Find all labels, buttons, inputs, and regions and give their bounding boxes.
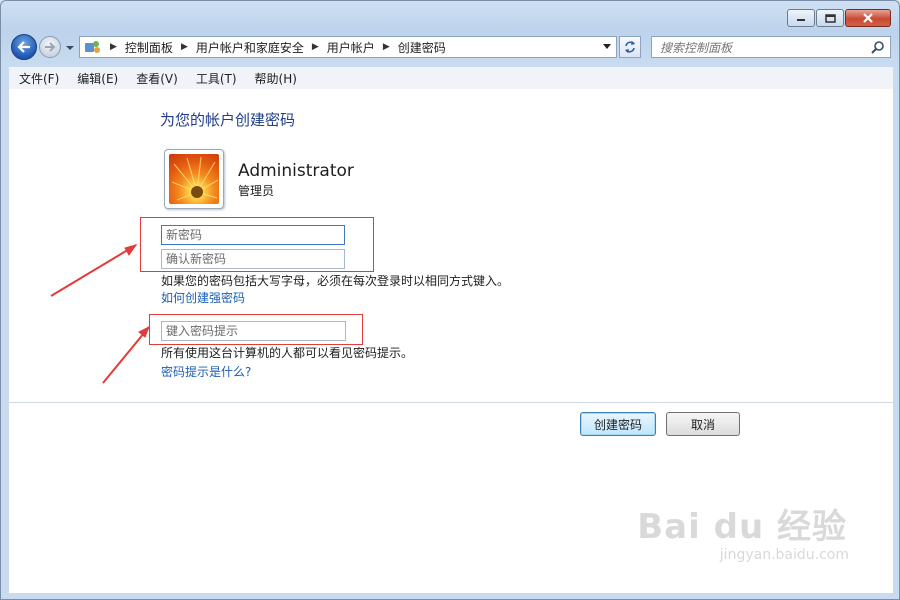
menu-view[interactable]: 查看(V): [126, 70, 186, 87]
close-icon: [863, 13, 873, 23]
close-button[interactable]: [845, 9, 891, 27]
menu-help[interactable]: 帮助(H): [245, 70, 305, 87]
maximize-button[interactable]: [816, 9, 844, 27]
user-role: 管理员: [238, 184, 275, 198]
search-icon[interactable]: [871, 40, 885, 54]
breadcrumb-separator-icon[interactable]: ▶: [312, 42, 319, 52]
user-name: Administrator: [238, 161, 354, 181]
recent-pages-dropdown[interactable]: [65, 41, 75, 55]
menu-bar: 文件(F) 编辑(E) 查看(V) 工具(T) 帮助(H): [9, 67, 893, 90]
user-avatar: [164, 149, 224, 209]
refresh-icon: [625, 41, 635, 53]
hint-visibility-note: 所有使用这台计算机的人都可以看见密码提示。: [161, 346, 414, 360]
confirm-password-field[interactable]: [161, 249, 345, 269]
annotation-arrows: [50, 244, 150, 384]
strong-password-link[interactable]: 如何创建强密码: [161, 289, 245, 306]
address-bar[interactable]: ▶ 控制面板 ▶ 用户帐户和家庭安全 ▶ 用户帐户 ▶ 创建密码: [79, 36, 617, 58]
back-button[interactable]: [11, 34, 37, 60]
flower-picture-icon: [169, 154, 219, 204]
breadcrumb-separator-icon: ▶: [110, 42, 117, 52]
window-frame: ▶ 控制面板 ▶ 用户帐户和家庭安全 ▶ 用户帐户 ▶ 创建密码 搜索控制面板 …: [0, 0, 900, 600]
page-title: 为您的帐户创建密码: [160, 111, 296, 129]
minimize-button[interactable]: [787, 9, 815, 27]
breadcrumb: ▶ 控制面板 ▶ 用户帐户和家庭安全 ▶ 用户帐户 ▶ 创建密码: [102, 39, 446, 56]
watermark-logo: Bai du 经验: [637, 507, 847, 547]
what-is-hint-link[interactable]: 密码提示是什么?: [161, 363, 251, 380]
search-input[interactable]: [658, 38, 862, 58]
forward-arrow-icon: [45, 42, 56, 52]
divider: [9, 402, 893, 403]
menu-file[interactable]: 文件(F): [9, 70, 67, 87]
password-hint-field[interactable]: [161, 321, 346, 341]
breadcrumb-user-accounts[interactable]: 用户帐户: [327, 39, 375, 56]
watermark-url: jingyan.baidu.com: [719, 547, 849, 563]
chevron-down-icon: [66, 46, 74, 50]
breadcrumb-create-password[interactable]: 创建密码: [398, 39, 446, 56]
menu-tools[interactable]: 工具(T): [186, 70, 245, 87]
refresh-button[interactable]: [619, 36, 641, 58]
cancel-button[interactable]: 取消: [666, 412, 740, 436]
chevron-down-icon: [603, 44, 611, 49]
create-password-button[interactable]: 创建密码: [580, 412, 656, 436]
address-dropdown-button[interactable]: [600, 40, 614, 54]
breadcrumb-user-accounts-family-safety[interactable]: 用户帐户和家庭安全: [196, 39, 304, 56]
breadcrumb-separator-icon[interactable]: ▶: [383, 42, 390, 52]
caption-buttons: [787, 9, 891, 27]
case-sensitivity-note: 如果您的密码包括大写字母，必须在每次登录时以相同方式键入。: [161, 274, 510, 288]
navigation-bar: ▶ 控制面板 ▶ 用户帐户和家庭安全 ▶ 用户帐户 ▶ 创建密码: [11, 33, 891, 61]
new-password-field[interactable]: [161, 225, 345, 245]
breadcrumb-separator-icon[interactable]: ▶: [181, 42, 188, 52]
menu-edit[interactable]: 编辑(E): [67, 70, 126, 87]
maximize-icon: [824, 13, 836, 23]
search-box[interactable]: [651, 36, 891, 58]
back-arrow-icon: [17, 41, 30, 53]
forward-button[interactable]: [39, 36, 61, 58]
breadcrumb-control-panel[interactable]: 控制面板: [125, 39, 173, 56]
flower-icon: [171, 156, 219, 201]
minimize-icon: [797, 19, 805, 21]
control-panel-icon: [85, 41, 100, 53]
